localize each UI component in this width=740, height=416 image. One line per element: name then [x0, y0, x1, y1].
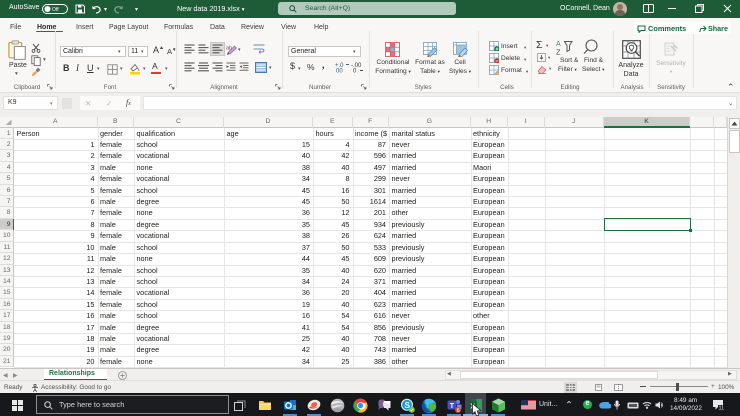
svg-text:Z: Z	[556, 48, 561, 56]
svg-text:00: 00	[336, 69, 343, 74]
svg-text:ab: ab	[226, 46, 232, 52]
svg-text:6: 6	[456, 408, 459, 413]
svg-text:T: T	[449, 402, 454, 409]
svg-text:0: 0	[353, 69, 357, 74]
svg-text:Off: Off	[52, 7, 59, 13]
svg-text:11: 11	[719, 405, 725, 410]
